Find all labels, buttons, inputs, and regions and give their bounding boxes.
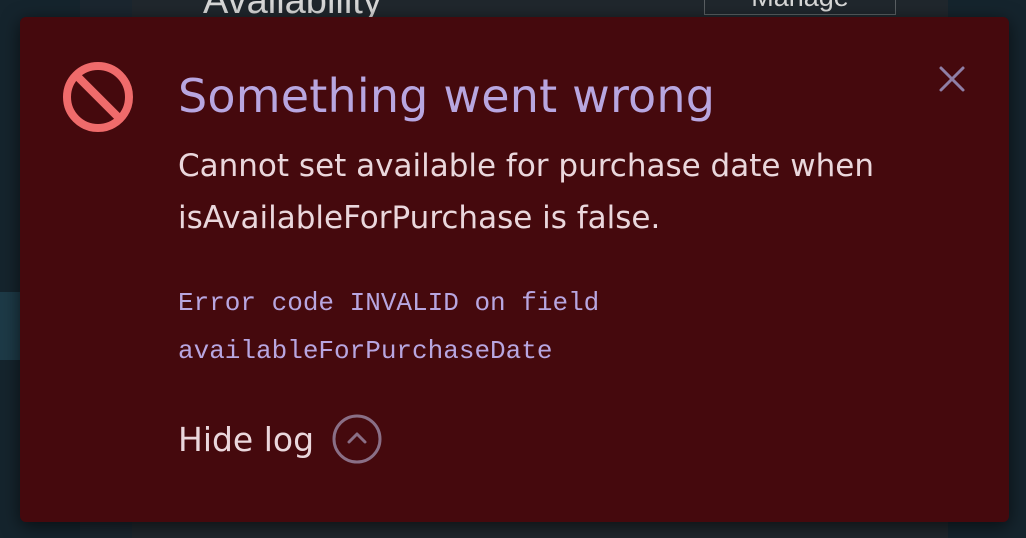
- chevron-up-icon: [332, 414, 382, 464]
- manage-button[interactable]: Manage: [704, 0, 896, 15]
- prohibited-icon: [63, 62, 133, 132]
- error-notification: Something went wrong Cannot set availabl…: [20, 17, 1009, 522]
- hide-log-button[interactable]: Hide log: [178, 411, 382, 467]
- notification-title: Something went wrong: [178, 69, 716, 123]
- close-icon: [939, 66, 965, 92]
- hide-log-label: Hide log: [178, 419, 315, 459]
- notification-message: Cannot set available for purchase date w…: [178, 148, 875, 236]
- close-button[interactable]: [932, 59, 972, 99]
- error-log: Error code INVALID on field availableFor…: [178, 279, 898, 375]
- error-log-line: Error code INVALID on field: [178, 288, 600, 318]
- error-log-line: availableForPurchaseDate: [178, 336, 553, 366]
